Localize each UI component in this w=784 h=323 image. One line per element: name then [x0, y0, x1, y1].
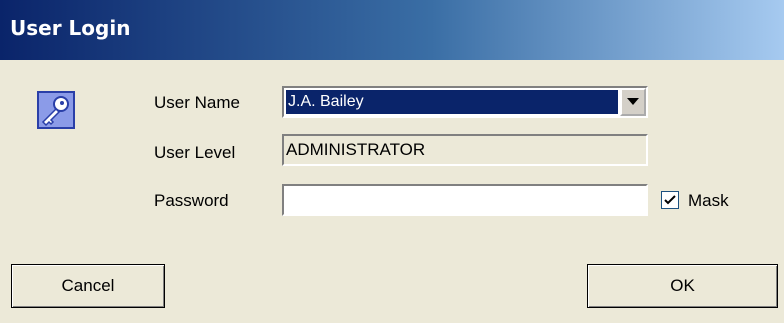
user-level-label: User Level	[154, 143, 236, 162]
dropdown-button[interactable]	[620, 88, 646, 116]
user-name-value: J.A. Bailey	[286, 90, 618, 114]
chevron-down-icon	[627, 98, 639, 105]
password-label: Password	[154, 191, 229, 210]
ok-button[interactable]: OK	[587, 264, 778, 308]
cancel-button[interactable]: Cancel	[11, 264, 165, 308]
mask-checkbox[interactable]	[661, 191, 679, 209]
window-title: User Login	[10, 16, 131, 40]
user-level-field: ADMINISTRATOR	[282, 134, 648, 166]
user-level-value: ADMINISTRATOR	[286, 140, 426, 159]
user-name-combobox[interactable]: J.A. Bailey	[282, 86, 648, 118]
checkmark-icon	[664, 195, 676, 205]
key-icon	[37, 91, 75, 129]
title-bar[interactable]: User Login	[0, 0, 784, 60]
cancel-button-label: Cancel	[61, 276, 115, 295]
ok-button-label: OK	[670, 276, 695, 295]
mask-label[interactable]: Mask	[688, 191, 729, 211]
user-name-label: User Name	[154, 93, 240, 112]
password-input[interactable]	[282, 184, 648, 216]
